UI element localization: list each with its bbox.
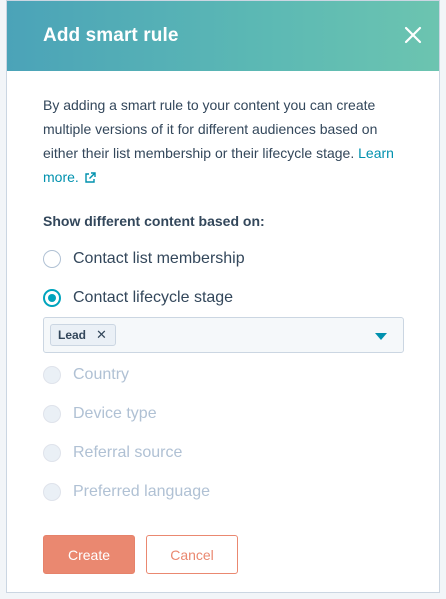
option-label: Contact list membership bbox=[73, 250, 245, 267]
option-country: Country bbox=[43, 363, 129, 387]
modal-title: Add smart rule bbox=[43, 25, 179, 46]
close-icon bbox=[404, 26, 422, 44]
radio-button-disabled bbox=[43, 366, 61, 384]
option-label: Device type bbox=[73, 405, 157, 422]
modal-description: By adding a smart rule to your content y… bbox=[43, 93, 413, 189]
option-device-type: Device type bbox=[43, 402, 157, 426]
lifecycle-stage-select[interactable]: Lead ✕ bbox=[43, 317, 404, 353]
option-label: Country bbox=[73, 366, 130, 383]
caret-down-icon[interactable] bbox=[375, 333, 387, 340]
option-preferred-language: Preferred language bbox=[43, 480, 210, 504]
option-label: Preferred language bbox=[73, 483, 210, 500]
radio-button-disabled bbox=[43, 444, 61, 462]
radio-button-selected[interactable] bbox=[43, 289, 61, 307]
modal-header: Add smart rule bbox=[7, 1, 439, 71]
external-link-icon bbox=[85, 172, 96, 183]
tag-label: Lead bbox=[58, 328, 87, 342]
option-referral-source: Referral source bbox=[43, 441, 182, 465]
section-label: Show different content based on: bbox=[43, 213, 265, 229]
radio-button[interactable] bbox=[43, 250, 61, 268]
option-contact-list-membership[interactable]: Contact list membership bbox=[43, 247, 245, 271]
selected-tag-lead: Lead ✕ bbox=[50, 324, 116, 346]
option-contact-lifecycle-stage[interactable]: Contact lifecycle stage bbox=[43, 286, 233, 310]
option-label: Contact lifecycle stage bbox=[73, 289, 234, 306]
close-button[interactable] bbox=[403, 25, 423, 45]
cancel-button[interactable]: Cancel bbox=[146, 535, 238, 574]
radio-button-disabled bbox=[43, 483, 61, 501]
option-label: Referral source bbox=[73, 444, 183, 461]
smart-rule-modal: Add smart rule By adding a smart rule to… bbox=[6, 0, 440, 593]
description-text: By adding a smart rule to your content y… bbox=[43, 97, 378, 161]
radio-button-disabled bbox=[43, 405, 61, 423]
create-button[interactable]: Create bbox=[43, 535, 135, 574]
tag-remove-icon[interactable]: ✕ bbox=[96, 327, 107, 343]
